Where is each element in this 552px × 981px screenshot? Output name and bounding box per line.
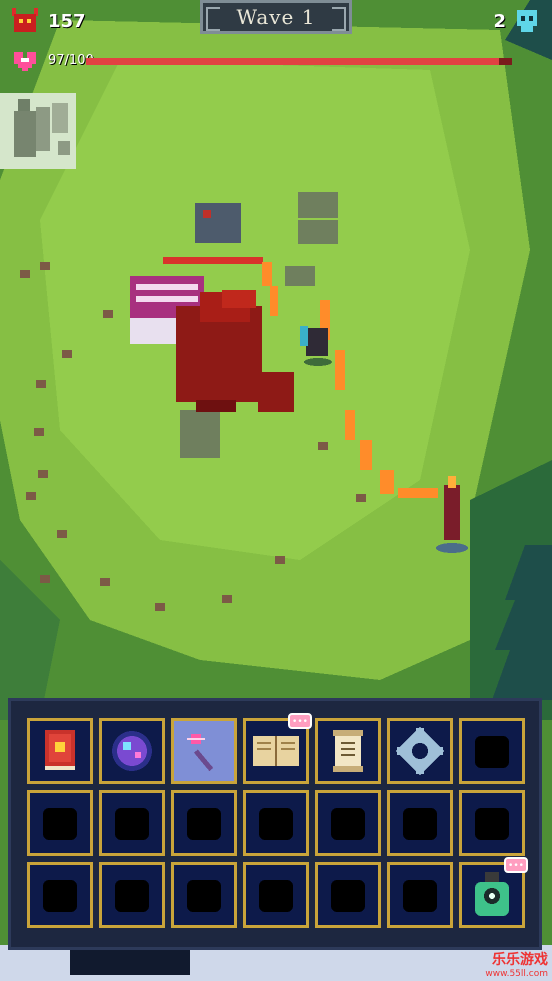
inventory-slot-locked-gravestone[interactable] xyxy=(315,862,381,928)
locked-gravestone-icon xyxy=(331,880,365,912)
watermark: 乐乐游戏 www.55ll.com xyxy=(485,949,548,979)
inventory-slot-locked-tablet[interactable] xyxy=(99,790,165,856)
watermark-text: 乐乐游戏 xyxy=(492,952,548,968)
locked-rune-icon xyxy=(331,808,365,840)
watermark-url: www.55ll.com xyxy=(485,969,548,979)
crystal-orb-icon xyxy=(112,731,152,771)
inventory-slot-locked-cloak[interactable] xyxy=(459,718,525,784)
locked-cloak-icon xyxy=(475,736,509,768)
locked-armor-icon xyxy=(403,880,437,912)
inventory-slot-spellbook-fire[interactable] xyxy=(27,718,93,784)
locked-staff-icon xyxy=(259,808,293,840)
eye-potion-icon xyxy=(475,872,509,916)
locked-amulet-icon xyxy=(43,808,77,840)
kill-counter: 157 xyxy=(10,8,86,34)
inventory-slot-locked-shield[interactable] xyxy=(243,862,309,928)
locked-shield-icon xyxy=(259,880,293,912)
health-bar-fill xyxy=(86,58,500,65)
inventory-slot-locked-pyramid[interactable] xyxy=(387,790,453,856)
locked-cloak-2-icon xyxy=(43,880,77,912)
new-item-badge: ••• xyxy=(288,713,312,729)
demon-head-icon xyxy=(12,8,38,32)
locked-lantern-icon xyxy=(475,808,509,840)
inventory-slot-locked-vase[interactable] xyxy=(171,790,237,856)
locked-vase-icon xyxy=(187,808,221,840)
inventory-slot-locked-lantern[interactable] xyxy=(459,790,525,856)
skull-icon xyxy=(517,10,537,32)
locked-tablet-icon xyxy=(115,808,149,840)
inventory-slot-locked-bottle[interactable] xyxy=(171,862,237,928)
inventory-slot-locked-rune[interactable] xyxy=(315,790,381,856)
inventory-slot-magic-wand[interactable] xyxy=(171,718,237,784)
party-portrait[interactable] xyxy=(0,93,76,169)
scroll-icon xyxy=(333,730,363,772)
inventory-slot-frost-gear[interactable] xyxy=(387,718,453,784)
open-tome-icon xyxy=(253,736,299,766)
health-bar: 97/100 xyxy=(12,50,512,74)
inventory-slot-locked-amulet[interactable] xyxy=(27,790,93,856)
inventory-slot-locked-cloak-2[interactable] xyxy=(27,862,93,928)
inventory-slot-eye-potion[interactable]: ••• xyxy=(459,857,528,928)
party-portrait-image xyxy=(0,93,76,169)
stone-shield xyxy=(195,203,241,243)
inventory-slot-open-tome[interactable]: ••• xyxy=(243,713,312,784)
new-item-badge: ••• xyxy=(504,857,528,873)
wave-banner: Wave 1 xyxy=(200,0,352,34)
locked-pyramid-icon xyxy=(403,808,437,840)
inventory-slot-locked-staff[interactable] xyxy=(243,790,309,856)
locked-chest-icon xyxy=(115,880,149,912)
heart-icon xyxy=(14,52,36,71)
inventory-slot-locked-chest[interactable] xyxy=(99,862,165,928)
skull-counter: 2 xyxy=(493,8,540,34)
inventory-panel: ••• ••• xyxy=(8,698,542,950)
frost-gear-icon xyxy=(395,726,445,776)
spellbook-fire-icon xyxy=(45,730,75,770)
inventory-slot-scroll[interactable] xyxy=(315,718,381,784)
inventory-slot-locked-armor[interactable] xyxy=(387,862,453,928)
health-bar-track xyxy=(86,58,512,65)
kill-count: 157 xyxy=(48,10,86,32)
locked-bottle-icon xyxy=(187,880,221,912)
magic-wand-icon xyxy=(187,734,214,772)
inventory-slot-crystal-orb[interactable] xyxy=(99,718,165,784)
skull-count: 2 xyxy=(493,10,506,32)
wave-label: Wave 1 xyxy=(236,5,316,29)
